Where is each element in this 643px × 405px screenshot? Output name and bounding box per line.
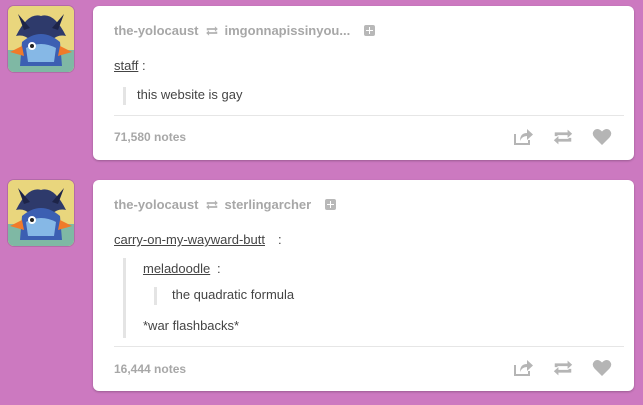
colon: : bbox=[217, 261, 221, 276]
avatar[interactable] bbox=[8, 180, 74, 246]
source-username[interactable]: imgonnapissinyou... bbox=[225, 23, 351, 38]
swampert-avatar-icon bbox=[8, 180, 74, 246]
like-heart-icon[interactable] bbox=[592, 128, 612, 151]
avatar[interactable] bbox=[8, 6, 74, 72]
reblog-icon bbox=[205, 25, 219, 37]
quote-bar bbox=[123, 87, 126, 105]
reblog-icon[interactable] bbox=[552, 358, 574, 383]
reblogger-username[interactable]: the-yolocaust bbox=[114, 197, 199, 212]
quote-block: meladoodle : the quadratic formula *war … bbox=[123, 258, 597, 338]
source-username[interactable]: sterlingarcher bbox=[225, 197, 312, 212]
divider bbox=[114, 346, 624, 347]
share-icon[interactable] bbox=[512, 127, 534, 152]
swampert-avatar-icon bbox=[8, 6, 74, 72]
reblogger-username[interactable]: the-yolocaust bbox=[114, 23, 199, 38]
reblog-icon[interactable] bbox=[552, 127, 574, 152]
original-poster-link[interactable]: staff bbox=[114, 58, 138, 73]
post-actions bbox=[512, 358, 612, 383]
post-card: the-yolocaust imgonnapissinyou... staff … bbox=[93, 6, 634, 160]
divider bbox=[114, 115, 624, 116]
notes-count[interactable]: 16,444 notes bbox=[114, 362, 186, 376]
reply-text: *war flashbacks* bbox=[143, 318, 240, 333]
post-actions bbox=[512, 127, 612, 152]
quote-bar bbox=[123, 258, 126, 338]
original-poster-link[interactable]: carry-on-my-wayward-butt bbox=[114, 232, 265, 247]
quote-block: this website is gay bbox=[123, 87, 243, 105]
original-poster-name: staff bbox=[114, 58, 139, 73]
post-header: the-yolocaust sterlingarcher bbox=[114, 197, 337, 212]
follow-button[interactable] bbox=[364, 25, 376, 36]
reblog-icon bbox=[205, 199, 219, 211]
nested-poster-link[interactable]: meladoodle bbox=[143, 261, 210, 276]
follow-button[interactable] bbox=[325, 199, 337, 210]
nested-quote-text: the quadratic formula bbox=[172, 287, 295, 302]
colon: : bbox=[142, 58, 146, 73]
quote-text: this website is gay bbox=[137, 87, 243, 102]
post-header: the-yolocaust imgonnapissinyou... bbox=[114, 23, 376, 38]
share-icon[interactable] bbox=[512, 358, 534, 383]
nested-poster-name: meladoodle bbox=[143, 261, 211, 276]
nested-quote-block: the quadratic formula bbox=[154, 287, 295, 305]
like-heart-icon[interactable] bbox=[592, 359, 612, 382]
notes-count[interactable]: 71,580 notes bbox=[114, 130, 186, 144]
colon: : bbox=[278, 232, 282, 247]
original-poster-name: carry-on-my-wayward-butt bbox=[114, 232, 265, 247]
quote-bar bbox=[154, 287, 157, 305]
post-card: the-yolocaust sterlingarcher carry-on-my… bbox=[93, 180, 634, 391]
